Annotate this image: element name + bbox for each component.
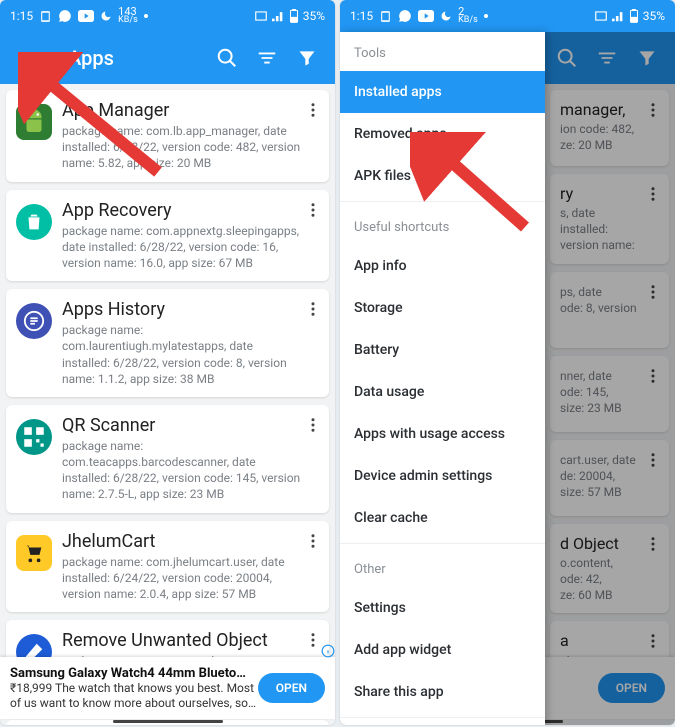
ad-title: Samsung Galaxy Watch4 44mm Blueto… [10,666,258,681]
app-meta: package name: com.jhelumcart.user, date … [62,554,303,603]
overflow-button[interactable] [301,413,325,437]
battery-icon [289,9,299,23]
volte-icon [254,10,268,22]
overflow-button[interactable] [301,297,325,321]
app-row[interactable]: App Managerpackage name: com.lb.app_mana… [6,90,329,182]
app-icon [16,104,52,140]
app-meta: package name: com.appnextg.sleepingapps,… [62,223,303,272]
ad-open-button[interactable]: OPEN [258,673,325,703]
drawer-item-apk-files[interactable]: APK files [340,155,545,197]
nav-bar [0,719,335,725]
app-row[interactable]: Apps Historypackage name: com.laurentiug… [6,289,329,397]
app-list[interactable]: App Managerpackage name: com.lb.app_mana… [0,84,335,725]
battery-pct: 35% [303,9,325,23]
drawer-item-installed-apps[interactable]: Installed apps [340,71,545,113]
network-speed: 2KB/s [458,7,478,25]
app-title: Apps History [62,299,303,320]
ad-info-icon[interactable] [321,643,335,657]
drawer-item-app-info[interactable]: App info [340,245,545,287]
app-icon [16,419,52,455]
drawer-item-device-admin-settings[interactable]: Device admin settings [340,455,545,497]
drawer-item-storage[interactable]: Storage [340,287,545,329]
drawer-item-removed-apps[interactable]: Removed apps [340,113,545,155]
app-meta: package name: com.teacapps.barcodescanne… [62,438,303,503]
filter-button[interactable] [287,38,327,78]
drawer-item-battery[interactable]: Battery [340,329,545,371]
drawer-section-label: Tools [340,32,545,71]
nav-drawer: ToolsInstalled appsRemoved appsAPK files… [340,32,545,725]
signal-icon [612,10,625,22]
menu-button[interactable] [8,38,48,78]
whatsapp-icon [58,9,72,23]
moon-icon [100,10,112,22]
ad-body: ₹18,999 The watch that knows you best. M… [10,681,258,711]
divider [340,717,545,718]
drawer-item-share-this-app[interactable]: Share this app [340,671,545,713]
overflow-button[interactable] [301,98,325,122]
whatsapp-icon [398,9,412,23]
phone-left: 1:15 143KB/s 35% Apps [0,0,335,725]
divider [340,201,545,202]
status-time: 1:15 [350,9,373,23]
drawer-section-label: Other [340,548,545,587]
youtube-icon [78,10,94,22]
drawer-item-add-app-widget[interactable]: Add app widget [340,629,545,671]
app-meta: package name: com.laurentiugh.mylatestap… [62,322,303,387]
status-dot [484,14,488,18]
status-dot [144,14,148,18]
status-bar: 1:15 143KB/s 35% [0,0,335,32]
drawer-section-label: Useful shortcuts [340,206,545,245]
network-speed: 143KB/s [118,7,138,25]
app-meta: package name: com.lb.app_manager, date i… [62,123,303,172]
app-icon [16,303,52,339]
signal-icon [272,10,285,22]
phone-icon [39,10,52,23]
drawer-item-apps-with-usage-access[interactable]: Apps with usage access [340,413,545,455]
sort-button[interactable] [247,38,287,78]
app-title: QR Scanner [62,415,303,436]
overflow-button[interactable] [301,529,325,553]
app-title: Remove Unwanted Object [62,630,303,651]
battery-pct: 35% [643,9,665,23]
phone-icon [379,10,392,23]
status-time: 1:15 [10,9,33,23]
divider [340,543,545,544]
app-title: App Manager [62,100,303,121]
phone-right: 1:15 2KB/s 35% manager,ion code: 482, ze… [340,0,675,725]
drawer-item-clear-cache[interactable]: Clear cache [340,497,545,539]
volte-icon [594,10,608,22]
drawer-item-data-usage[interactable]: Data usage [340,371,545,413]
app-title: JhelumCart [62,531,303,552]
app-row[interactable]: QR Scannerpackage name: com.teacapps.bar… [6,405,329,513]
moon-icon [440,10,452,22]
battery-icon [629,9,639,23]
app-row[interactable]: JhelumCartpackage name: com.jhelumcart.u… [6,521,329,613]
app-icon [16,535,52,571]
overflow-button[interactable] [301,198,325,222]
app-bar: Apps [0,32,335,84]
status-bar: 1:15 2KB/s 35% [340,0,675,32]
ad-banner[interactable]: Samsung Galaxy Watch4 44mm Blueto… ₹18,9… [0,657,335,719]
app-row[interactable]: App Recoverypackage name: com.appnextg.s… [6,190,329,282]
search-button[interactable] [207,38,247,78]
app-title: App Recovery [62,200,303,221]
app-icon [16,204,52,240]
drawer-item-settings[interactable]: Settings [340,587,545,629]
page-title: Apps [68,46,207,70]
youtube-icon [418,10,434,22]
